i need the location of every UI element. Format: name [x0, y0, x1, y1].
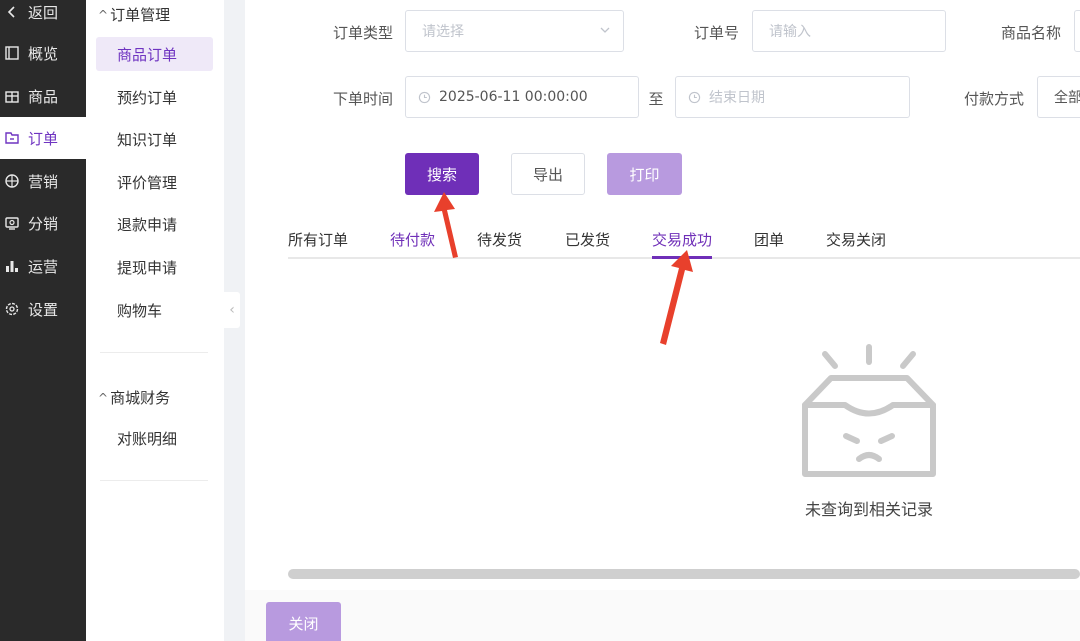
tab-completed[interactable]: 交易成功	[652, 229, 712, 250]
target-icon	[3, 172, 21, 190]
nav-label: 概览	[28, 44, 59, 63]
goods-icon	[3, 87, 21, 105]
tab-all-orders[interactable]: 所有订单	[288, 229, 348, 250]
order-time-label: 下单时间	[332, 90, 393, 108]
footer-bar	[245, 590, 1080, 641]
payment-value: 全部	[1054, 90, 1080, 106]
sub-item-knowledge-orders[interactable]: 知识订单	[96, 122, 213, 156]
export-button[interactable]: 导出	[511, 153, 585, 195]
nav-label: 返回	[28, 3, 59, 22]
sub-item-booking-orders[interactable]: 预约订单	[96, 80, 213, 114]
sub-nav: ^ 订单管理 商品订单 预约订单 知识订单 评价管理 退款申请 提现申请 购物车…	[86, 0, 224, 641]
sub-item-reconciliation[interactable]: 对账明细	[96, 421, 213, 455]
main-panel: 订单类型 请选择 订单号 请输入 商品名称 下单时间 2025-06-11 00…	[245, 0, 1080, 590]
nav-goods[interactable]: 商品	[0, 75, 86, 117]
nav-distribution[interactable]: 分销	[0, 202, 86, 244]
chevron-left-icon	[3, 3, 21, 21]
nav-label: 运营	[28, 257, 59, 276]
search-button[interactable]: 搜索	[405, 153, 479, 195]
payment-label: 付款方式	[963, 90, 1024, 108]
sub-item-product-orders[interactable]: 商品订单	[96, 37, 213, 71]
group-order-management[interactable]: ^ 订单管理	[98, 4, 170, 25]
nav-label: 商品	[28, 87, 59, 106]
active-tab-indicator	[652, 256, 712, 259]
tab-closed[interactable]: 交易关闭	[826, 229, 886, 250]
order-type-label: 订单类型	[332, 24, 393, 42]
chevron-left-icon: ‹	[229, 302, 235, 318]
nav-label: 分销	[28, 214, 59, 233]
main-nav: 返回 概览 商品 订单 营销 分销 运营 设置	[0, 0, 86, 641]
order-icon	[3, 129, 21, 147]
tab-shipped[interactable]: 已发货	[565, 229, 610, 250]
order-type-placeholder: 请选择	[422, 24, 464, 40]
payment-select[interactable]: 全部	[1037, 76, 1080, 118]
date-separator: 至	[648, 90, 664, 108]
bar-chart-icon	[3, 257, 21, 275]
sub-item-refunds[interactable]: 退款申请	[96, 207, 213, 241]
chevron-up-icon: ^	[98, 390, 109, 405]
end-date-input[interactable]: 结束日期	[675, 76, 910, 118]
divider	[100, 480, 208, 481]
sub-item-label: 提现申请	[117, 258, 178, 277]
sub-item-label: 预约订单	[117, 88, 178, 107]
order-no-label: 订单号	[693, 24, 739, 42]
nav-label: 订单	[28, 129, 59, 148]
clock-icon	[418, 91, 431, 104]
group-mall-finance[interactable]: ^ 商城财务	[98, 387, 170, 408]
sub-item-label: 评价管理	[117, 173, 178, 192]
sub-item-label: 商品订单	[117, 45, 178, 64]
sub-item-reviews[interactable]: 评价管理	[96, 165, 213, 199]
product-name-input[interactable]	[1074, 10, 1080, 52]
sub-item-label: 购物车	[117, 301, 163, 320]
nav-overview[interactable]: 概览	[0, 32, 86, 74]
order-type-select[interactable]: 请选择	[405, 10, 624, 52]
nav-order[interactable]: 订单	[0, 117, 86, 159]
empty-box-icon	[797, 340, 941, 482]
tab-pending-payment[interactable]: 待付款	[390, 229, 435, 250]
overview-icon	[3, 44, 21, 62]
sub-item-withdrawals[interactable]: 提现申请	[96, 250, 213, 284]
tab-group-orders[interactable]: 团单	[754, 229, 784, 250]
nav-label: 营销	[28, 172, 59, 191]
nav-operation[interactable]: 运营	[0, 245, 86, 287]
sub-item-cart[interactable]: 购物车	[96, 293, 213, 327]
end-date-placeholder: 结束日期	[709, 90, 765, 106]
start-date-input[interactable]: 2025-06-11 00:00:00	[405, 76, 639, 118]
start-date-value: 2025-06-11 00:00:00	[439, 89, 588, 105]
close-button[interactable]: 关闭	[266, 602, 341, 641]
sub-item-label: 退款申请	[117, 215, 178, 234]
product-name-label: 商品名称	[1000, 24, 1061, 42]
group-title: 订单管理	[110, 6, 171, 24]
order-no-input[interactable]: 请输入	[752, 10, 946, 52]
nav-settings[interactable]: 设置	[0, 288, 86, 330]
collapse-sidebar-button[interactable]: ‹	[224, 292, 240, 328]
print-button[interactable]: 打印	[607, 153, 682, 195]
nav-back[interactable]: 返回	[0, 0, 86, 33]
chevron-up-icon: ^	[98, 7, 109, 22]
horizontal-scrollbar[interactable]	[288, 569, 1080, 579]
distribution-icon	[3, 214, 21, 232]
nav-label: 设置	[28, 300, 59, 319]
chevron-down-icon	[599, 24, 611, 40]
clock-icon	[688, 91, 701, 104]
order-no-placeholder: 请输入	[769, 24, 811, 40]
group-title: 商城财务	[110, 389, 171, 407]
gear-icon	[3, 300, 21, 318]
sub-item-label: 知识订单	[117, 130, 178, 149]
tab-pending-shipment[interactable]: 待发货	[477, 229, 522, 250]
nav-marketing[interactable]: 营销	[0, 160, 86, 202]
divider	[100, 352, 208, 353]
sub-item-label: 对账明细	[117, 429, 178, 448]
empty-state-text: 未查询到相关记录	[804, 500, 933, 519]
